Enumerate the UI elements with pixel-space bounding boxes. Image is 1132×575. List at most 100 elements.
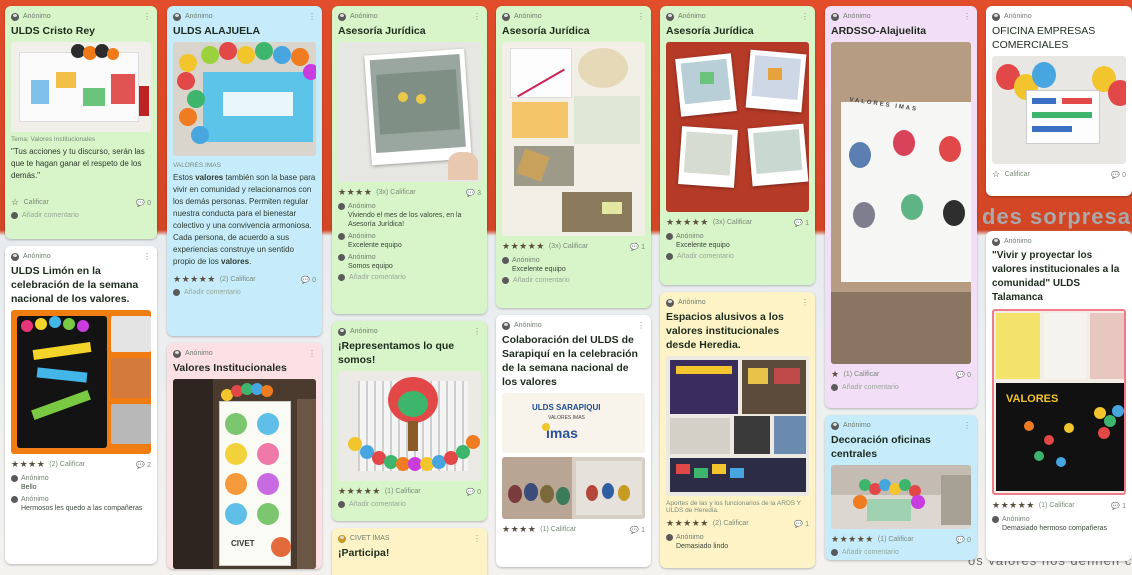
- post-image[interactable]: [11, 42, 151, 132]
- comment-count[interactable]: 💬 0: [956, 371, 971, 379]
- star-rating-icon[interactable]: ★★★★★: [502, 241, 545, 252]
- rate-button[interactable]: (1) Calificar: [385, 488, 421, 495]
- rate-button[interactable]: (1) Calificar: [540, 526, 576, 533]
- post-image[interactable]: ULDS SARAPIQUI VALORES IMAS imas: [502, 393, 645, 453]
- post-card-oficinas-centrales[interactable]: Anónimo ⋮ Decoración oficinas centrales ★…: [825, 415, 977, 560]
- more-options-icon[interactable]: ⋮: [801, 298, 809, 307]
- star-rating-icon[interactable]: ★★★★: [338, 187, 372, 198]
- more-options-icon[interactable]: ⋮: [308, 349, 316, 358]
- post-card-representamos[interactable]: Anónimo ⋮ ¡Representamos lo que somos! ★…: [332, 321, 487, 521]
- post-author: Anónimo ⋮: [666, 297, 809, 308]
- comment-count[interactable]: 💬 0: [956, 536, 971, 544]
- post-card-ulds-alajuela[interactable]: Anónimo ⋮ ULDS ALAJUELA VALORES IMAS Est…: [167, 6, 322, 336]
- post-image[interactable]: [338, 42, 481, 182]
- more-options-icon[interactable]: ⋮: [963, 421, 971, 430]
- post-author: Anónimo ⋮: [173, 11, 316, 22]
- rating-bar: ★★★★★ (3x) Calificar 💬 1: [666, 216, 809, 229]
- comment-count[interactable]: 💬 3: [466, 189, 481, 197]
- comment-count[interactable]: 💬 0: [301, 276, 316, 284]
- star-rating-icon[interactable]: ★: [831, 369, 840, 380]
- more-options-icon[interactable]: ⋮: [637, 321, 645, 330]
- comment-count[interactable]: 💬 1: [1111, 502, 1126, 510]
- comment-count[interactable]: 💬 1: [794, 219, 809, 227]
- rate-button[interactable]: (2) Calificar: [713, 520, 749, 527]
- star-rating-icon[interactable]: ★★★★★: [666, 518, 709, 529]
- more-options-icon[interactable]: ⋮: [473, 534, 481, 543]
- add-comment-input[interactable]: Añadir comentario: [11, 212, 151, 219]
- post-card-heredia[interactable]: Anónimo ⋮ Espacios alusivos a los valores…: [660, 292, 815, 568]
- add-comment-input[interactable]: Añadir comentario: [502, 277, 645, 284]
- post-image-2[interactable]: [502, 457, 645, 519]
- rate-button[interactable]: (2) Calificar: [220, 276, 256, 283]
- post-card-participa[interactable]: CIVET IMAS ⋮ ¡Participa!: [332, 528, 487, 575]
- post-title: Asesoría Jurídica: [338, 25, 426, 37]
- rate-button[interactable]: (3x) Calificar: [376, 189, 415, 196]
- star-outline-icon[interactable]: ☆: [11, 197, 20, 208]
- comment-count[interactable]: 💬 0: [1111, 171, 1126, 179]
- post-image[interactable]: [338, 371, 481, 481]
- add-comment-input[interactable]: Añadir comentario: [831, 384, 971, 391]
- post-image[interactable]: [666, 356, 809, 496]
- star-rating-icon[interactable]: ★★★★: [11, 459, 45, 470]
- rating-bar: ★★★★ (1) Calificar 💬 1: [502, 523, 645, 536]
- post-card-ulds-cristo-rey[interactable]: Anónimo ⋮ ULDS Cristo Rey Tema: Valores I…: [5, 6, 157, 239]
- star-rating-icon[interactable]: ★★★★★: [173, 274, 216, 285]
- more-options-icon[interactable]: ⋮: [801, 12, 809, 21]
- post-card-ardsso-alajuelita[interactable]: Anónimo ⋮ ARDSSO-Alajuelita VALORES IMAS …: [825, 6, 977, 408]
- post-card-valores-institucionales[interactable]: Anónimo ⋮ Valores Institucionales CIVET: [167, 343, 322, 569]
- post-image[interactable]: VALORES IMAS: [831, 42, 971, 364]
- comment-count[interactable]: 💬 1: [630, 526, 645, 534]
- more-options-icon[interactable]: ⋮: [473, 12, 481, 21]
- more-options-icon[interactable]: ⋮: [143, 12, 151, 21]
- rate-button[interactable]: Calificar: [24, 199, 49, 206]
- more-options-icon[interactable]: ⋮: [963, 12, 971, 21]
- comment-count[interactable]: 💬 1: [630, 243, 645, 251]
- post-card-ulds-talamanca[interactable]: Anónimo "Vivir y proyectar los valores i…: [986, 231, 1132, 561]
- post-author: Anónimo: [992, 11, 1126, 22]
- star-outline-icon[interactable]: ☆: [992, 169, 1001, 180]
- star-rating-icon[interactable]: ★★★★: [502, 524, 536, 535]
- add-comment-input[interactable]: Añadir comentario: [831, 549, 971, 556]
- add-comment-input[interactable]: Añadir comentario: [173, 289, 316, 296]
- post-card-asesoria-juridica-1[interactable]: Anónimo ⋮ Asesoría Jurídica ★★★★ (3x) Cal…: [332, 6, 487, 314]
- post-author: Anónimo ⋮: [11, 251, 151, 262]
- comment-count[interactable]: 💬 2: [136, 461, 151, 469]
- comment-count[interactable]: 💬 1: [794, 520, 809, 528]
- post-image[interactable]: [11, 310, 151, 454]
- comment-item: Anónimo Viviendo el mes de los valores, …: [338, 202, 481, 229]
- post-label: VALORES IMAS: [173, 162, 221, 169]
- add-comment-input[interactable]: Añadir comentario: [338, 274, 481, 281]
- post-image[interactable]: CIVET: [173, 379, 316, 569]
- rate-button[interactable]: (3x) Calificar: [713, 219, 752, 226]
- post-image[interactable]: VALORES: [992, 309, 1126, 495]
- rate-button[interactable]: (1) Calificar: [1039, 502, 1075, 509]
- add-comment-input[interactable]: Añadir comentario: [338, 501, 481, 508]
- star-rating-icon[interactable]: ★★★★★: [831, 534, 874, 545]
- post-card-oficina-empresas[interactable]: Anónimo OFICINA EMPRESAS COMERCIALES ☆ C…: [986, 6, 1132, 196]
- post-image[interactable]: [666, 42, 809, 212]
- post-card-ulds-limon[interactable]: Anónimo ⋮ ULDS Limón en la celebración de…: [5, 246, 157, 564]
- star-rating-icon[interactable]: ★★★★★: [666, 217, 709, 228]
- star-rating-icon[interactable]: ★★★★★: [992, 500, 1035, 511]
- rate-button[interactable]: (2) Calificar: [49, 461, 85, 468]
- post-card-asesoria-juridica-2[interactable]: Anónimo ⋮ Asesoría Jurídica ★★★★★ (3x) Ca…: [496, 6, 651, 308]
- star-rating-icon[interactable]: ★★★★★: [338, 486, 381, 497]
- post-image[interactable]: [831, 465, 971, 529]
- more-options-icon[interactable]: ⋮: [308, 12, 316, 21]
- add-comment-input[interactable]: Añadir comentario: [666, 253, 809, 260]
- more-options-icon[interactable]: ⋮: [143, 252, 151, 261]
- post-card-sarapiqui[interactable]: Anónimo ⋮ Colaboración del ULDS de Sarapi…: [496, 315, 651, 567]
- post-card-asesoria-juridica-3[interactable]: Anónimo ⋮ Asesoría Jurídica ★★★★★ (3x) Ca…: [660, 6, 815, 285]
- post-image[interactable]: [992, 56, 1126, 164]
- rate-button[interactable]: (3x) Calificar: [549, 243, 588, 250]
- more-options-icon[interactable]: ⋮: [473, 327, 481, 336]
- more-options-icon[interactable]: ⋮: [637, 12, 645, 21]
- comment-count[interactable]: 💬 0: [466, 488, 481, 496]
- rate-button[interactable]: (1) Calificar: [878, 536, 914, 543]
- post-image[interactable]: [173, 42, 316, 156]
- comment-count[interactable]: 💬 0: [136, 199, 151, 207]
- avatar: [666, 298, 674, 307]
- rate-button[interactable]: Calificar: [1005, 171, 1030, 178]
- post-image[interactable]: [502, 42, 645, 236]
- rate-button[interactable]: (1) Calificar: [844, 371, 880, 378]
